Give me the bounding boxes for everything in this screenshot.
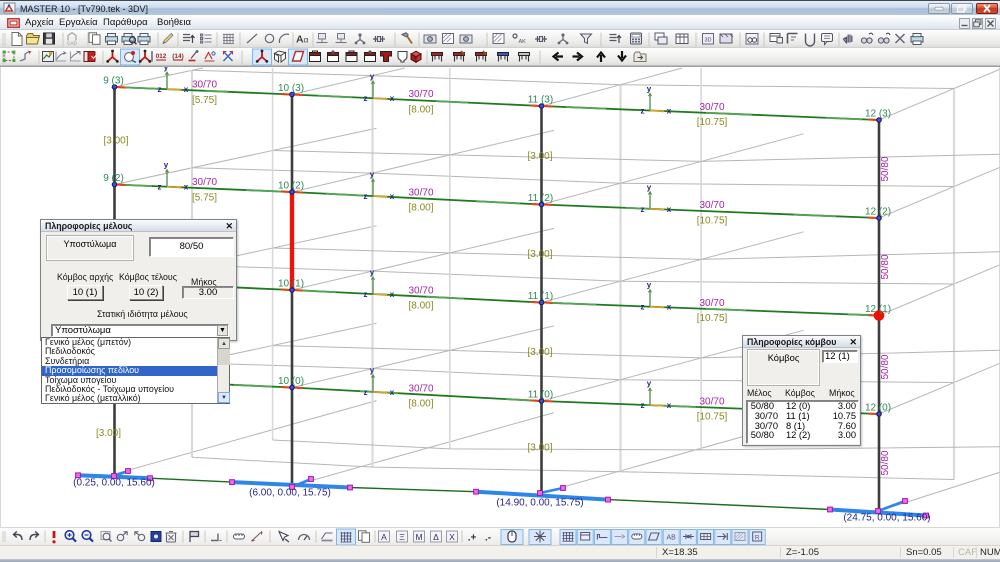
svg-text:X: X — [449, 532, 455, 542]
svg-text:(24.75, 0.00, 15.60): (24.75, 0.00, 15.60) — [843, 513, 930, 524]
svg-text:[3.00]: [3.00] — [96, 428, 121, 439]
svg-text:y: y — [647, 379, 652, 388]
svg-text:.-: .- — [485, 533, 491, 544]
svg-text:x: x — [184, 183, 189, 192]
svg-text:Δ: Δ — [433, 532, 439, 542]
svg-text:[8.00]: [8.00] — [408, 399, 433, 410]
svg-text:.+: .+ — [468, 533, 477, 544]
svg-text:30/70: 30/70 — [192, 80, 217, 91]
svg-text:[3.00]: [3.00] — [103, 136, 128, 147]
svg-text:30/70: 30/70 — [699, 200, 724, 211]
svg-text:x: x — [390, 192, 395, 201]
svg-text:x: x — [390, 290, 395, 299]
svg-text:z: z — [158, 85, 162, 94]
svg-text:Ξ: Ξ — [399, 532, 405, 542]
svg-text:30/70: 30/70 — [408, 383, 433, 394]
svg-text:z: z — [364, 388, 368, 397]
svg-text:012: 012 — [156, 53, 167, 60]
svg-text:y: y — [370, 268, 375, 277]
svg-text:y: y — [370, 72, 375, 81]
svg-text:[8.00]: [8.00] — [408, 203, 433, 214]
svg-text:y: y — [164, 67, 169, 72]
svg-text:9 (2): 9 (2) — [103, 173, 124, 184]
svg-text:[8.00]: [8.00] — [408, 301, 433, 312]
svg-text:z: z — [364, 290, 368, 299]
svg-text:11 (0): 11 (0) — [528, 390, 553, 401]
svg-text:30/70: 30/70 — [699, 396, 724, 407]
svg-text:z: z — [641, 401, 645, 410]
svg-text:12 (1): 12 (1) — [865, 304, 891, 315]
svg-text:y: y — [647, 281, 652, 290]
svg-text:[8.00]: [8.00] — [408, 104, 433, 115]
svg-text:12 (2): 12 (2) — [865, 207, 891, 218]
svg-text:A: A — [381, 532, 387, 542]
svg-text:AK: AK — [519, 39, 527, 45]
svg-text:AB: AB — [667, 535, 677, 542]
svg-text:11 (3): 11 (3) — [528, 95, 553, 106]
svg-text:x: x — [390, 94, 395, 103]
svg-text:10 (2): 10 (2) — [278, 181, 304, 192]
svg-text:(0.25, 0.00, 15.60): (0.25, 0.00, 15.60) — [73, 478, 155, 489]
svg-text:z: z — [364, 94, 368, 103]
svg-text:30/70: 30/70 — [408, 187, 433, 198]
svg-text:30/70: 30/70 — [408, 285, 433, 296]
svg-text:x: x — [667, 205, 672, 214]
svg-text:α: α — [304, 35, 309, 45]
svg-text:x: x — [667, 401, 672, 410]
svg-text:[3.00]: [3.00] — [527, 151, 552, 162]
svg-text:30/70: 30/70 — [699, 298, 724, 309]
svg-text:[10.75]: [10.75] — [697, 412, 728, 423]
svg-text:50/80: 50/80 — [880, 254, 891, 279]
svg-text:30/70: 30/70 — [408, 89, 433, 100]
svg-text:y: y — [370, 170, 375, 179]
svg-text:10 (0): 10 (0) — [278, 376, 304, 387]
svg-text:x: x — [667, 107, 672, 116]
svg-text:z: z — [158, 183, 162, 192]
svg-text:x: x — [390, 388, 395, 397]
svg-text:(14.90, 0.00, 15.75): (14.90, 0.00, 15.75) — [496, 498, 583, 509]
svg-text:10 (3): 10 (3) — [278, 83, 304, 94]
svg-text:x: x — [667, 303, 672, 312]
svg-text:y: y — [647, 183, 652, 192]
svg-text:50/80: 50/80 — [880, 450, 891, 475]
svg-text:30/70: 30/70 — [192, 177, 217, 188]
svg-text:z: z — [641, 107, 645, 116]
svg-text:[5.75]: [5.75] — [192, 192, 217, 203]
svg-text:50/80: 50/80 — [880, 156, 891, 181]
svg-text:9 (3): 9 (3) — [103, 76, 124, 87]
svg-text:(14): (14) — [172, 53, 184, 60]
svg-text:[10.75]: [10.75] — [697, 313, 728, 324]
svg-text:y: y — [647, 85, 652, 94]
svg-text:z: z — [641, 205, 645, 214]
svg-text:CAD: CAD — [67, 41, 77, 46]
svg-text:12 (3): 12 (3) — [865, 109, 891, 120]
svg-text:10 (1): 10 (1) — [278, 279, 304, 290]
svg-text:M: M — [415, 532, 422, 542]
svg-text:50/80: 50/80 — [880, 354, 891, 379]
svg-text:(6.00, 0.00, 15.75): (6.00, 0.00, 15.75) — [249, 488, 331, 499]
svg-text:3D: 3D — [704, 38, 711, 44]
svg-text:R: R — [755, 535, 760, 542]
svg-text:[10.75]: [10.75] — [697, 215, 728, 226]
svg-text:[10.75]: [10.75] — [697, 117, 728, 128]
svg-text:x: x — [184, 85, 189, 94]
svg-text:y: y — [164, 161, 169, 170]
svg-text:z: z — [364, 192, 368, 201]
svg-text:[3.00]: [3.00] — [527, 443, 552, 454]
svg-text:[3.00]: [3.00] — [527, 249, 552, 260]
svg-text:[5.75]: [5.75] — [192, 95, 217, 106]
svg-text:11 (1): 11 (1) — [528, 291, 553, 302]
svg-text:y: y — [370, 366, 375, 375]
svg-text:z: z — [641, 303, 645, 312]
svg-text:12 (0): 12 (0) — [865, 403, 891, 414]
svg-text:11 (2): 11 (2) — [528, 193, 553, 204]
svg-text:30/70: 30/70 — [699, 102, 724, 113]
svg-text:[3.00]: [3.00] — [527, 347, 552, 358]
